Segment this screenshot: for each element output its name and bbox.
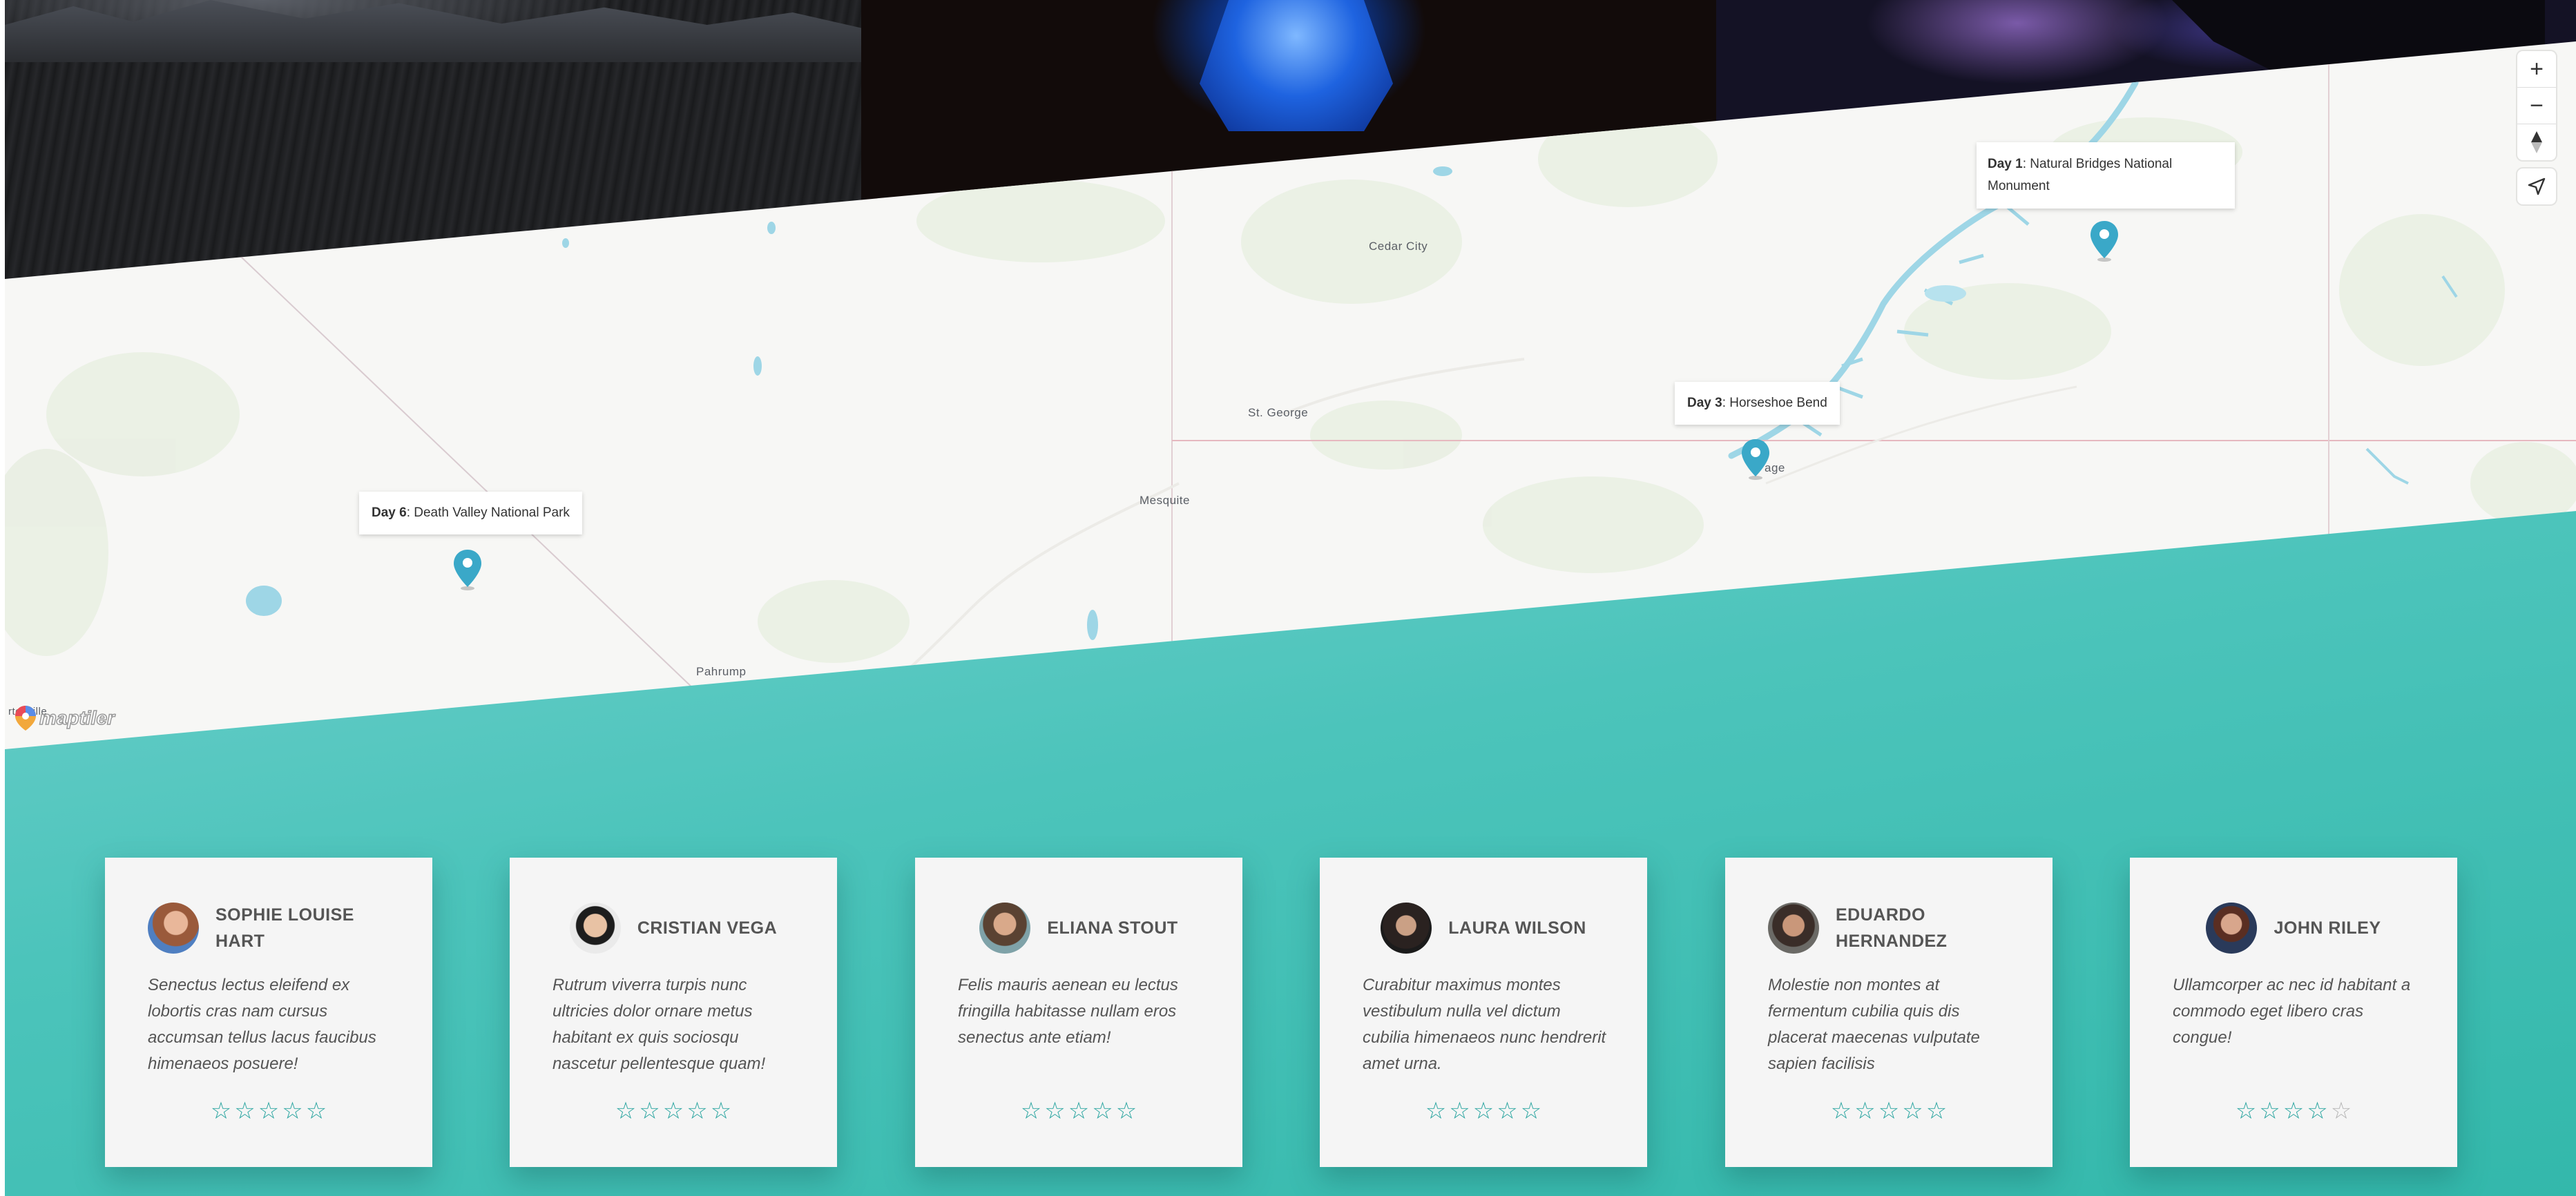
popup-day-label: Day 1 <box>1988 157 2023 171</box>
testimonial-card: LAURA WILSON Curabitur maximus montes ve… <box>1320 858 1647 1167</box>
testimonial-quote: Ullamcorper ac nec id habitant a commodo… <box>2173 976 2411 1047</box>
map-label-mesquite: Mesquite <box>1140 494 1190 507</box>
star-filled-icon: ☆ <box>1520 1098 1542 1124</box>
reviewer-name: JOHN RILEY <box>2274 918 2381 938</box>
geolocate-button[interactable] <box>2517 168 2556 204</box>
star-filled-icon: ☆ <box>1044 1098 1066 1124</box>
testimonial-card: SOPHIE LOUISE HART Senectus lectus eleif… <box>105 858 432 1167</box>
star-filled-icon: ☆ <box>710 1098 732 1124</box>
reviewer-name: SOPHIE LOUISE HART <box>215 905 354 951</box>
marker-popup-day-1: Day 1: Natural Bridges National Monument <box>1977 142 2235 209</box>
map-label-cedar-city: Cedar City <box>1369 240 1428 253</box>
star-rating: ☆ ☆ ☆ ☆ ☆ <box>510 1099 837 1123</box>
testimonial-quote: Senectus lectus eleifend ex lobortis cra… <box>148 976 376 1073</box>
map-label-st-george: St. George <box>1248 406 1309 419</box>
maptiler-wordmark: maptiler <box>39 706 115 729</box>
star-rating: ☆ ☆ ☆ ☆ ☆ <box>915 1099 1242 1123</box>
reviewer-name: LAURA WILSON <box>1448 918 1586 938</box>
star-filled-icon: ☆ <box>615 1098 637 1124</box>
popup-day-label: Day 6 <box>372 505 407 520</box>
star-filled-icon: ☆ <box>1449 1098 1470 1124</box>
avatar <box>979 903 1031 954</box>
star-filled-icon: ☆ <box>2307 1098 2328 1124</box>
star-filled-icon: ☆ <box>1902 1098 1923 1124</box>
star-filled-icon: ☆ <box>1497 1098 1518 1124</box>
star-filled-icon: ☆ <box>2259 1098 2280 1124</box>
star-filled-icon: ☆ <box>1020 1098 1042 1124</box>
map-marker-pin-icon[interactable] <box>1740 438 1771 481</box>
map-geolocate-control <box>2517 168 2556 204</box>
star-empty-icon: ☆ <box>2330 1098 2352 1124</box>
star-filled-icon: ☆ <box>282 1098 303 1124</box>
star-filled-icon: ☆ <box>1092 1098 1113 1124</box>
star-filled-icon: ☆ <box>662 1098 684 1124</box>
reviewer-name: EDUARDO HERNANDEZ <box>1836 905 1948 951</box>
marker-popup-day-3: Day 3: Horseshoe Bend <box>1675 382 1840 425</box>
reviewer-name: CRISTIAN VEGA <box>637 918 778 938</box>
star-filled-icon: ☆ <box>2282 1098 2305 1124</box>
map-label-pahrump: Pahrump <box>696 665 747 678</box>
star-filled-icon: ☆ <box>2235 1098 2257 1124</box>
reviewer-name: ELIANA STOUT <box>1047 918 1178 938</box>
star-filled-icon: ☆ <box>686 1098 708 1124</box>
star-filled-icon: ☆ <box>639 1098 660 1124</box>
map-marker-pin-icon[interactable] <box>2088 220 2120 262</box>
maptiler-pin-icon <box>15 706 36 731</box>
popup-place-label: : Horseshoe Bend <box>1722 396 1827 410</box>
star-filled-icon: ☆ <box>210 1098 232 1124</box>
star-filled-icon: ☆ <box>1425 1098 1447 1124</box>
star-filled-icon: ☆ <box>1115 1098 1137 1124</box>
testimonial-card: ELIANA STOUT Felis mauris aenean eu lect… <box>915 858 1242 1167</box>
avatar <box>569 903 621 954</box>
testimonial-quote: Curabitur maximus montes vestibulum null… <box>1363 976 1606 1073</box>
map-zoom-controls: + − <box>2517 51 2556 160</box>
popup-place-label: : Natural Bridges National <box>2022 157 2173 171</box>
testimonial-card: EDUARDO HERNANDEZ Molestie non montes at… <box>1725 858 2053 1167</box>
compass-icon <box>2531 131 2542 153</box>
maptiler-logo[interactable]: maptiler <box>13 704 115 732</box>
star-filled-icon: ☆ <box>258 1098 280 1124</box>
star-filled-icon: ☆ <box>1878 1098 1900 1124</box>
popup-place-label-line2: Monument <box>1988 179 2050 193</box>
map-marker-pin-icon[interactable] <box>452 548 483 591</box>
popup-place-label: : Death Valley National Park <box>406 505 570 520</box>
popup-day-label: Day 3 <box>1687 396 1722 410</box>
testimonial-quote: Molestie non montes at fermentum cubilia… <box>1768 976 1980 1073</box>
star-filled-icon: ☆ <box>234 1098 256 1124</box>
geolocate-arrow-icon <box>2528 177 2546 195</box>
compass-button[interactable] <box>2517 124 2556 160</box>
star-rating: ☆ ☆ ☆ ☆ ☆ <box>2130 1099 2457 1123</box>
testimonial-quote: Felis mauris aenean eu lectus fringilla … <box>958 976 1178 1047</box>
zoom-out-button[interactable]: − <box>2517 87 2556 124</box>
testimonial-card: JOHN RILEY Ullamcorper ac nec id habitan… <box>2130 858 2457 1167</box>
testimonial-quote: Rutrum viverra turpis nunc ultricies dol… <box>552 976 766 1073</box>
avatar <box>2206 903 2258 954</box>
star-filled-icon: ☆ <box>1472 1098 1494 1124</box>
zoom-in-button[interactable]: + <box>2517 51 2556 87</box>
avatar <box>1381 903 1432 954</box>
star-rating: ☆ ☆ ☆ ☆ ☆ <box>105 1099 432 1123</box>
star-filled-icon: ☆ <box>1925 1098 1948 1124</box>
star-rating: ☆ ☆ ☆ ☆ ☆ <box>1320 1099 1647 1123</box>
marker-popup-day-6: Day 6: Death Valley National Park <box>359 492 582 534</box>
star-filled-icon: ☆ <box>1830 1098 1852 1124</box>
avatar <box>1768 903 1819 954</box>
testimonial-card: CRISTIAN VEGA Rutrum viverra turpis nunc… <box>510 858 837 1167</box>
avatar <box>148 903 199 954</box>
star-filled-icon: ☆ <box>1854 1098 1876 1124</box>
star-filled-icon: ☆ <box>1068 1098 1090 1124</box>
star-rating: ☆ ☆ ☆ ☆ ☆ <box>1725 1099 2053 1123</box>
star-filled-icon: ☆ <box>305 1098 327 1124</box>
